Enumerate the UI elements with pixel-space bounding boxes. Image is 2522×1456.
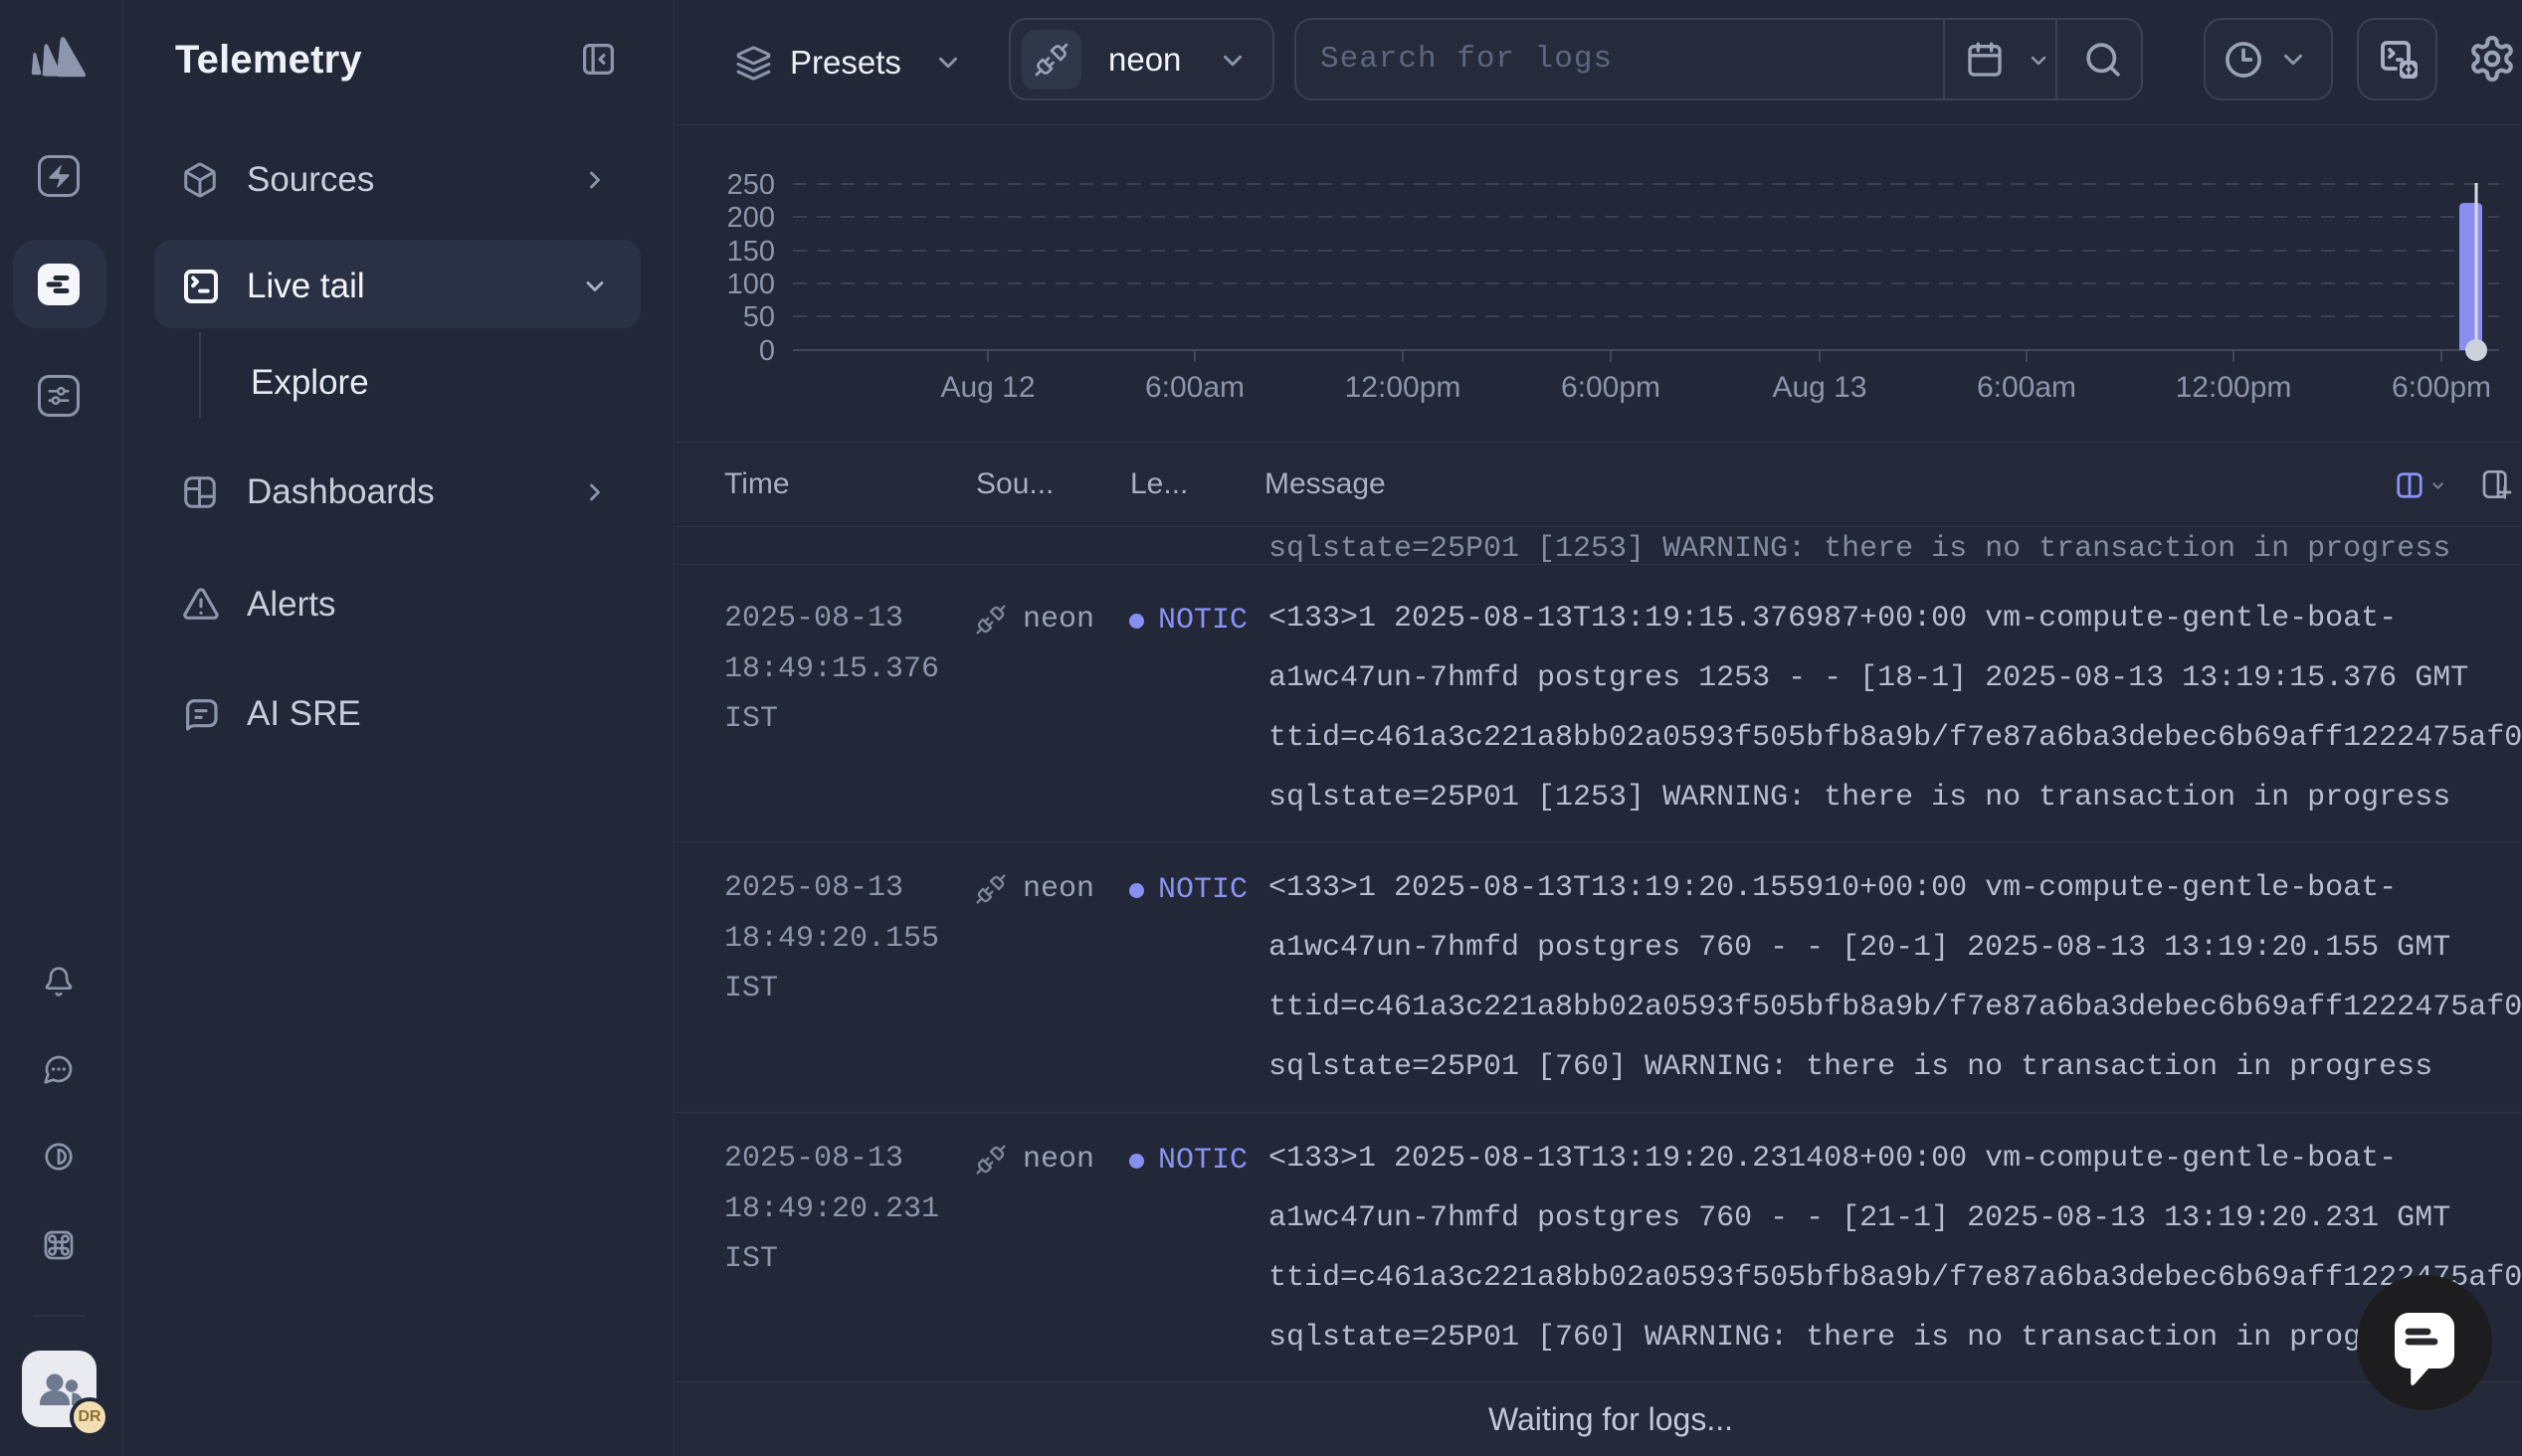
svg-text:6:00pm: 6:00pm xyxy=(2392,371,2491,404)
svg-text:150: 150 xyxy=(727,236,775,268)
svg-text:12:00pm: 12:00pm xyxy=(1345,371,1461,404)
svg-text:200: 200 xyxy=(727,202,775,234)
svg-text:50: 50 xyxy=(743,301,775,333)
svg-text:12:00pm: 12:00pm xyxy=(2176,371,2292,404)
svg-text:Aug 12: Aug 12 xyxy=(940,371,1035,404)
svg-text:0: 0 xyxy=(759,335,775,367)
svg-text:6:00pm: 6:00pm xyxy=(1561,371,1660,404)
svg-text:6:00am: 6:00am xyxy=(1977,371,2076,404)
svg-text:100: 100 xyxy=(727,269,775,300)
svg-text:250: 250 xyxy=(727,169,775,201)
svg-text:6:00am: 6:00am xyxy=(1145,371,1245,404)
svg-text:Aug 13: Aug 13 xyxy=(1772,371,1866,404)
